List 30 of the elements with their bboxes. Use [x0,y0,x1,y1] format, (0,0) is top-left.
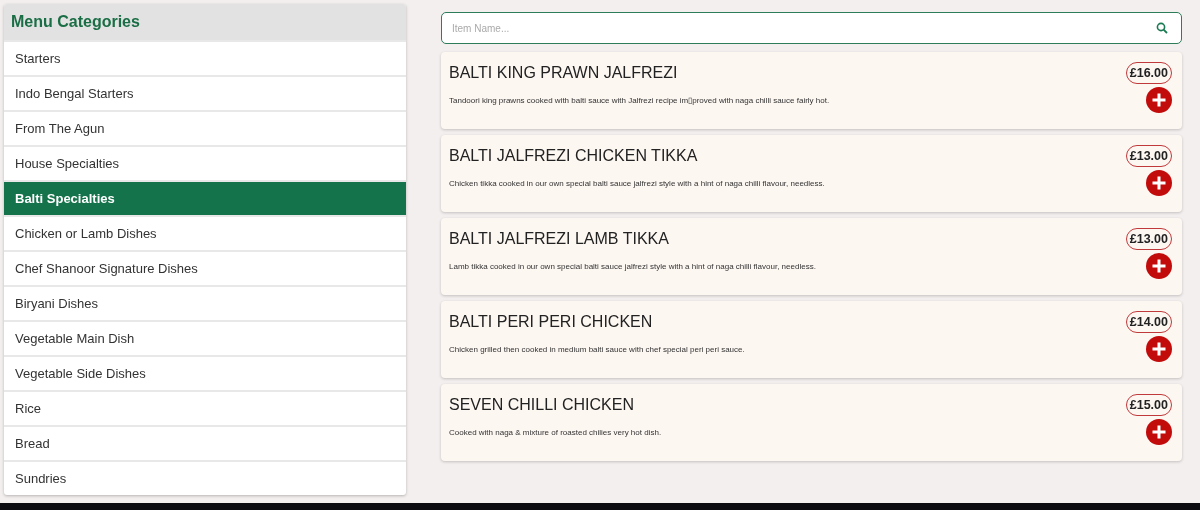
category-item[interactable]: Indo Bengal Starters [4,75,406,110]
category-item[interactable]: Starters [4,40,406,75]
category-item[interactable]: Rice [4,390,406,425]
panel-title: Menu Categories [11,13,140,31]
item-description: Cooked with naga & mixture of roasted chilies very hot dish. [449,427,662,437]
search-field[interactable]: Item Name... [441,12,1182,44]
category-item[interactable]: Vegetable Main Dish [4,320,406,355]
add-icon[interactable] [1146,253,1172,279]
category-item[interactable]: Sundries [4,460,406,495]
item-name: SEVEN CHILLI CHICKEN [449,396,634,414]
category-item[interactable]: Chef Shanoor Signature Dishes [4,250,406,285]
add-icon[interactable] [1146,419,1172,445]
add-icon[interactable] [1146,170,1172,196]
category-item[interactable]: From The Agun [4,110,406,145]
add-icon[interactable] [1146,87,1172,113]
item-description: Chicken tikka cooked in our own special balti sauce jalfrezi style with a hint of naga chilli flavour, needless. [449,178,825,188]
category-item[interactable]: Bread [4,425,406,460]
item-name: BALTI KING PRAWN JALFREZI [449,64,678,82]
add-icon[interactable] [1146,336,1172,362]
item-description: Tandoori king prawns cooked with balti sauce with Jalfrezi recipe im▯proved with naga chilli sauce fairly hot. [449,95,830,105]
item-name: BALTI PERI PERI CHICKEN [449,313,653,331]
category-item[interactable]: Balti Specialties [4,180,406,215]
search-icon[interactable] [1156,22,1168,34]
category-item[interactable]: Biryani Dishes [4,285,406,320]
category-item[interactable]: Chicken or Lamb Dishes [4,215,406,250]
category-item[interactable]: Vegetable Side Dishes [4,355,406,390]
item-description: Lamb tikka cooked in our own special balti sauce jalfrezi style with a hint of naga chilli flavour, needless. [449,261,816,271]
item-description: Chicken grilled then cooked in medium balti sauce with chef special peri peri sauce. [449,344,745,354]
item-name: BALTI JALFREZI LAMB TIKKA [449,230,669,248]
item-name: BALTI JALFREZI CHICKEN TIKKA [449,147,698,165]
